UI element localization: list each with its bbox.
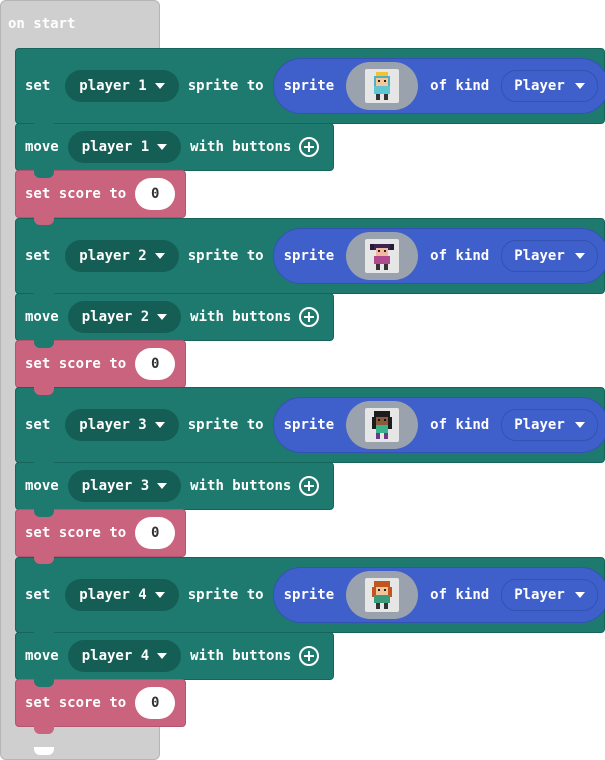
sprite-of-kind-block[interactable]: sprite of kind Player — [272, 397, 605, 453]
sprite-of-kind-block[interactable]: sprite of kind Player — [272, 228, 605, 284]
score-value-input[interactable]: 0 — [135, 348, 176, 380]
sprite-to-label: sprite to — [187, 248, 264, 264]
with-buttons-label: with buttons — [190, 309, 292, 325]
kind-dropdown[interactable]: Player — [501, 409, 598, 441]
kind-dropdown[interactable]: Player — [501, 579, 598, 611]
sprite-label: sprite — [283, 587, 335, 603]
of-kind-label: of kind — [430, 587, 490, 603]
sprite-player-2-icon — [365, 239, 400, 273]
set-sprite-block[interactable]: set player 3 sprite to sprite of kind Pl… — [15, 387, 605, 470]
chevron-down-icon — [574, 422, 585, 428]
hat-bottom-notch — [34, 747, 54, 755]
sprite-image-picker[interactable] — [346, 232, 419, 280]
sprite-label: sprite — [283, 78, 335, 94]
chevron-down-icon — [157, 314, 168, 320]
score-value-input[interactable]: 0 — [135, 178, 176, 210]
kind-dropdown[interactable]: Player — [501, 70, 598, 102]
player-variable-dropdown[interactable]: player 1 — [65, 70, 179, 102]
chevron-down-icon — [154, 253, 165, 259]
expand-plus-icon[interactable] — [299, 307, 320, 327]
set-keyword: set — [25, 78, 51, 94]
sprite-to-label: sprite to — [187, 587, 264, 603]
sprite-player-4-icon — [365, 578, 400, 612]
player-variable-dropdown[interactable]: player 3 — [67, 470, 182, 502]
move-keyword: move — [25, 478, 59, 494]
of-kind-label: of kind — [430, 417, 490, 433]
sprite-player-1-icon — [365, 69, 400, 103]
move-with-buttons-block[interactable]: move player 2 with buttons — [15, 293, 334, 348]
chevron-down-icon — [154, 592, 165, 598]
sprite-label: sprite — [283, 248, 335, 264]
on-start-label: on start — [8, 16, 76, 32]
sprite-image-picker[interactable] — [346, 571, 419, 619]
move-keyword: move — [25, 648, 59, 664]
chevron-down-icon — [154, 83, 165, 89]
kind-dropdown[interactable]: Player — [501, 240, 598, 272]
sprite-image-picker[interactable] — [346, 62, 419, 110]
chevron-down-icon — [574, 592, 585, 598]
with-buttons-label: with buttons — [190, 478, 292, 494]
chevron-down-icon — [154, 422, 165, 428]
move-keyword: move — [25, 309, 59, 325]
chevron-down-icon — [157, 483, 168, 489]
set-sprite-block[interactable]: set player 4 sprite to sprite of kind Pl… — [15, 557, 605, 640]
sprite-to-label: sprite to — [187, 78, 264, 94]
player-variable-dropdown[interactable]: player 1 — [67, 131, 182, 163]
of-kind-label: of kind — [430, 248, 490, 264]
with-buttons-label: with buttons — [190, 648, 292, 664]
set-sprite-block[interactable]: set player 1 sprite to sprite of kind Pl… — [15, 48, 605, 131]
set-sprite-block[interactable]: set player 2 sprite to sprite of kind Pl… — [15, 218, 605, 301]
score-value-input[interactable]: 0 — [135, 687, 176, 719]
move-keyword: move — [25, 139, 59, 155]
sprite-image-picker[interactable] — [346, 401, 419, 449]
player-variable-dropdown[interactable]: player 4 — [67, 640, 182, 672]
expand-plus-icon[interactable] — [299, 646, 320, 666]
set-score-label: set score to — [25, 695, 127, 711]
sprite-player-3-icon — [365, 408, 400, 442]
move-with-buttons-block[interactable]: move player 4 with buttons — [15, 632, 334, 687]
chevron-down-icon — [574, 253, 585, 259]
player-variable-dropdown[interactable]: player 4 — [65, 579, 179, 611]
expand-plus-icon[interactable] — [299, 137, 320, 157]
sprite-to-label: sprite to — [187, 417, 264, 433]
with-buttons-label: with buttons — [190, 139, 292, 155]
player-variable-dropdown[interactable]: player 3 — [65, 409, 179, 441]
set-keyword: set — [25, 587, 51, 603]
chevron-down-icon — [574, 83, 585, 89]
set-score-label: set score to — [25, 525, 127, 541]
sprite-of-kind-block[interactable]: sprite of kind Player — [272, 567, 605, 623]
set-score-label: set score to — [25, 186, 127, 202]
player-variable-dropdown[interactable]: player 2 — [65, 240, 179, 272]
set-score-label: set score to — [25, 356, 127, 372]
of-kind-label: of kind — [430, 78, 490, 94]
sprite-of-kind-block[interactable]: sprite of kind Player — [272, 58, 605, 114]
hat-notch — [34, 40, 54, 47]
player-variable-dropdown[interactable]: player 2 — [67, 301, 182, 333]
chevron-down-icon — [157, 653, 168, 659]
move-with-buttons-block[interactable]: move player 1 with buttons — [15, 123, 334, 178]
set-keyword: set — [25, 417, 51, 433]
chevron-down-icon — [157, 144, 168, 150]
expand-plus-icon[interactable] — [299, 476, 320, 496]
score-value-input[interactable]: 0 — [135, 517, 176, 549]
sprite-label: sprite — [283, 417, 335, 433]
move-with-buttons-block[interactable]: move player 3 with buttons — [15, 462, 334, 517]
set-keyword: set — [25, 248, 51, 264]
